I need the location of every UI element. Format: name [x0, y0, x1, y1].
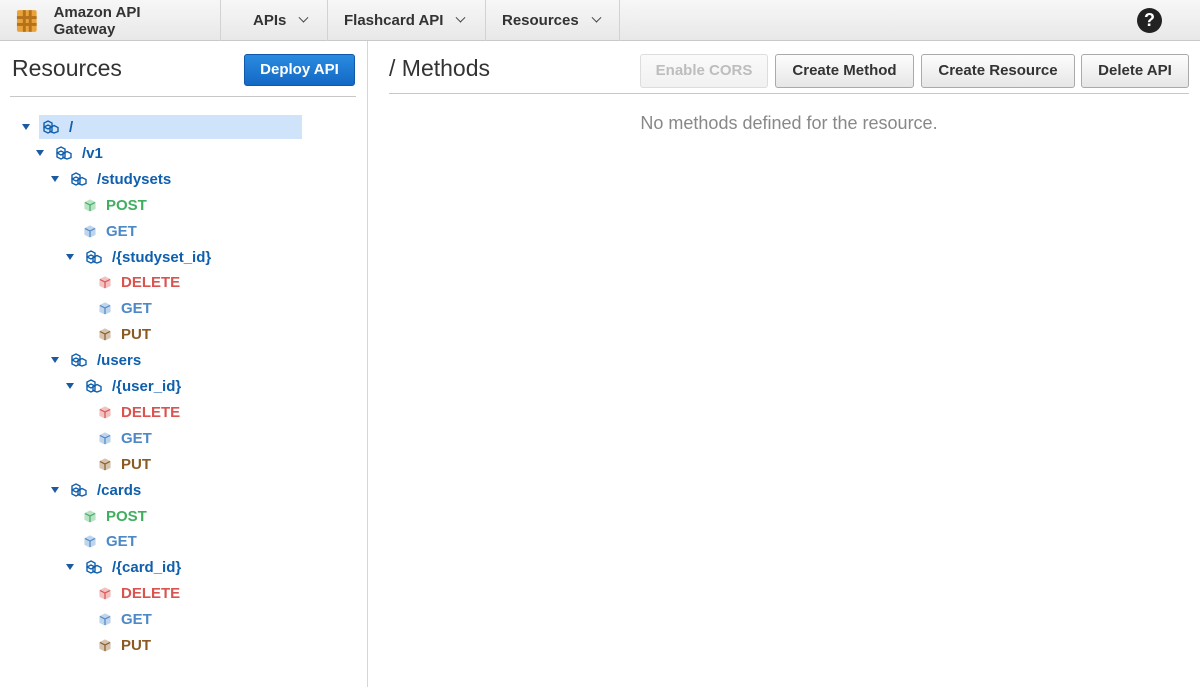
method-cube-icon [84, 534, 96, 548]
resource-path-label: /users [97, 351, 142, 369]
method-label: GET [106, 222, 137, 240]
panel-divider [367, 41, 368, 687]
method-cube-icon [84, 224, 96, 238]
resource-path-label: /cards [97, 481, 142, 499]
method-node[interactable]: GET [99, 607, 152, 631]
app-name: Amazon API Gateway [53, 3, 141, 38]
resource-icon [86, 250, 102, 264]
resource-path-label: / [69, 118, 74, 136]
resource-node[interactable]: /studysets [51, 167, 171, 191]
chevron-down-icon [456, 12, 466, 23]
nav-apis-label: APIs [253, 12, 287, 29]
method-cube-icon [99, 275, 111, 289]
caret-down-icon[interactable] [36, 150, 44, 156]
methods-panel-title: / Methods [389, 55, 490, 81]
method-label: GET [121, 429, 152, 447]
resource-icon [71, 172, 87, 186]
method-label: DELETE [121, 403, 181, 421]
method-label: PUT [121, 455, 151, 473]
caret-down-icon[interactable] [22, 124, 30, 130]
method-node[interactable]: DELETE [99, 581, 180, 605]
method-label: DELETE [121, 584, 181, 602]
method-node[interactable]: POST [84, 504, 147, 528]
resource-path-label: /{studyset_id} [112, 248, 212, 266]
nav-flashcard-api[interactable]: Flashcard API [328, 0, 486, 41]
resource-path-label: /{user_id} [112, 377, 182, 395]
resource-icon [86, 560, 102, 574]
resources-panel-title: Resources [12, 55, 122, 81]
resource-node[interactable]: /{card_id} [66, 555, 181, 579]
resource-node[interactable]: /{studyset_id} [66, 245, 211, 269]
method-cube-icon [84, 509, 96, 523]
method-node[interactable]: GET [99, 296, 152, 320]
method-cube-icon [99, 457, 111, 471]
delete-api-button[interactable]: Delete API [1081, 54, 1189, 88]
method-label: PUT [121, 636, 151, 654]
api-gateway-logo-icon [16, 9, 37, 32]
caret-down-icon[interactable] [51, 487, 59, 493]
divider [10, 96, 356, 97]
method-node[interactable]: GET [84, 219, 137, 243]
method-node[interactable]: PUT [99, 633, 151, 657]
resource-icon [71, 353, 87, 367]
enable-cors-button[interactable]: Enable CORS [640, 54, 768, 88]
resource-path-label: /studysets [97, 170, 172, 188]
resource-icon [56, 146, 72, 160]
method-node[interactable]: DELETE [99, 400, 180, 424]
resource-path-label: /{card_id} [112, 558, 182, 576]
create-method-button[interactable]: Create Method [775, 54, 914, 88]
method-label: PUT [121, 325, 151, 343]
method-node[interactable]: PUT [99, 322, 151, 346]
method-cube-icon [84, 198, 96, 212]
method-label: POST [106, 196, 147, 214]
create-resource-button[interactable]: Create Resource [921, 54, 1075, 88]
deploy-api-button[interactable]: Deploy API [244, 54, 355, 86]
resource-node[interactable]: / [22, 115, 302, 139]
method-cube-icon [99, 405, 111, 419]
method-cube-icon [99, 586, 111, 600]
chevron-down-icon [591, 12, 602, 23]
resource-node[interactable]: /cards [51, 478, 141, 502]
method-label: DELETE [121, 273, 181, 291]
caret-down-icon[interactable] [66, 383, 74, 389]
caret-down-icon[interactable] [66, 564, 74, 570]
method-label: GET [121, 299, 152, 317]
resource-icon [43, 120, 59, 134]
caret-down-icon[interactable] [51, 176, 59, 182]
method-node[interactable]: GET [99, 426, 152, 450]
resource-icon [86, 379, 102, 393]
nav-apis[interactable]: APIs [237, 0, 328, 41]
method-cube-icon [99, 327, 111, 341]
chevron-down-icon [298, 12, 309, 23]
method-label: GET [121, 610, 152, 628]
resource-node[interactable]: /users [51, 348, 141, 372]
method-label: GET [106, 532, 137, 550]
method-cube-icon [99, 612, 111, 626]
resource-node[interactable]: /{user_id} [66, 374, 181, 398]
nav-api-label: Flashcard API [344, 12, 444, 29]
resource-icon [71, 483, 87, 497]
divider [389, 93, 1189, 94]
resource-path-label: /v1 [82, 144, 103, 162]
nav-resources[interactable]: Resources [486, 0, 620, 41]
resource-node[interactable]: /v1 [36, 141, 103, 165]
method-cube-icon [99, 301, 111, 315]
method-label: POST [106, 507, 147, 525]
app-home-link[interactable]: Amazon API Gateway [0, 0, 221, 41]
method-node[interactable]: PUT [99, 452, 151, 476]
method-node[interactable]: POST [84, 193, 147, 217]
empty-methods-message: No methods defined for the resource. [640, 113, 938, 133]
help-icon[interactable]: ? [1137, 8, 1162, 33]
method-node[interactable]: GET [84, 529, 137, 553]
caret-down-icon[interactable] [51, 357, 59, 363]
method-cube-icon [99, 431, 111, 445]
method-node[interactable]: DELETE [99, 270, 180, 294]
nav-resources-label: Resources [502, 12, 579, 29]
method-cube-icon [99, 638, 111, 652]
top-navigation-bar: Amazon API Gateway APIs Flashcard API Re… [0, 0, 1200, 41]
caret-down-icon[interactable] [66, 254, 74, 260]
